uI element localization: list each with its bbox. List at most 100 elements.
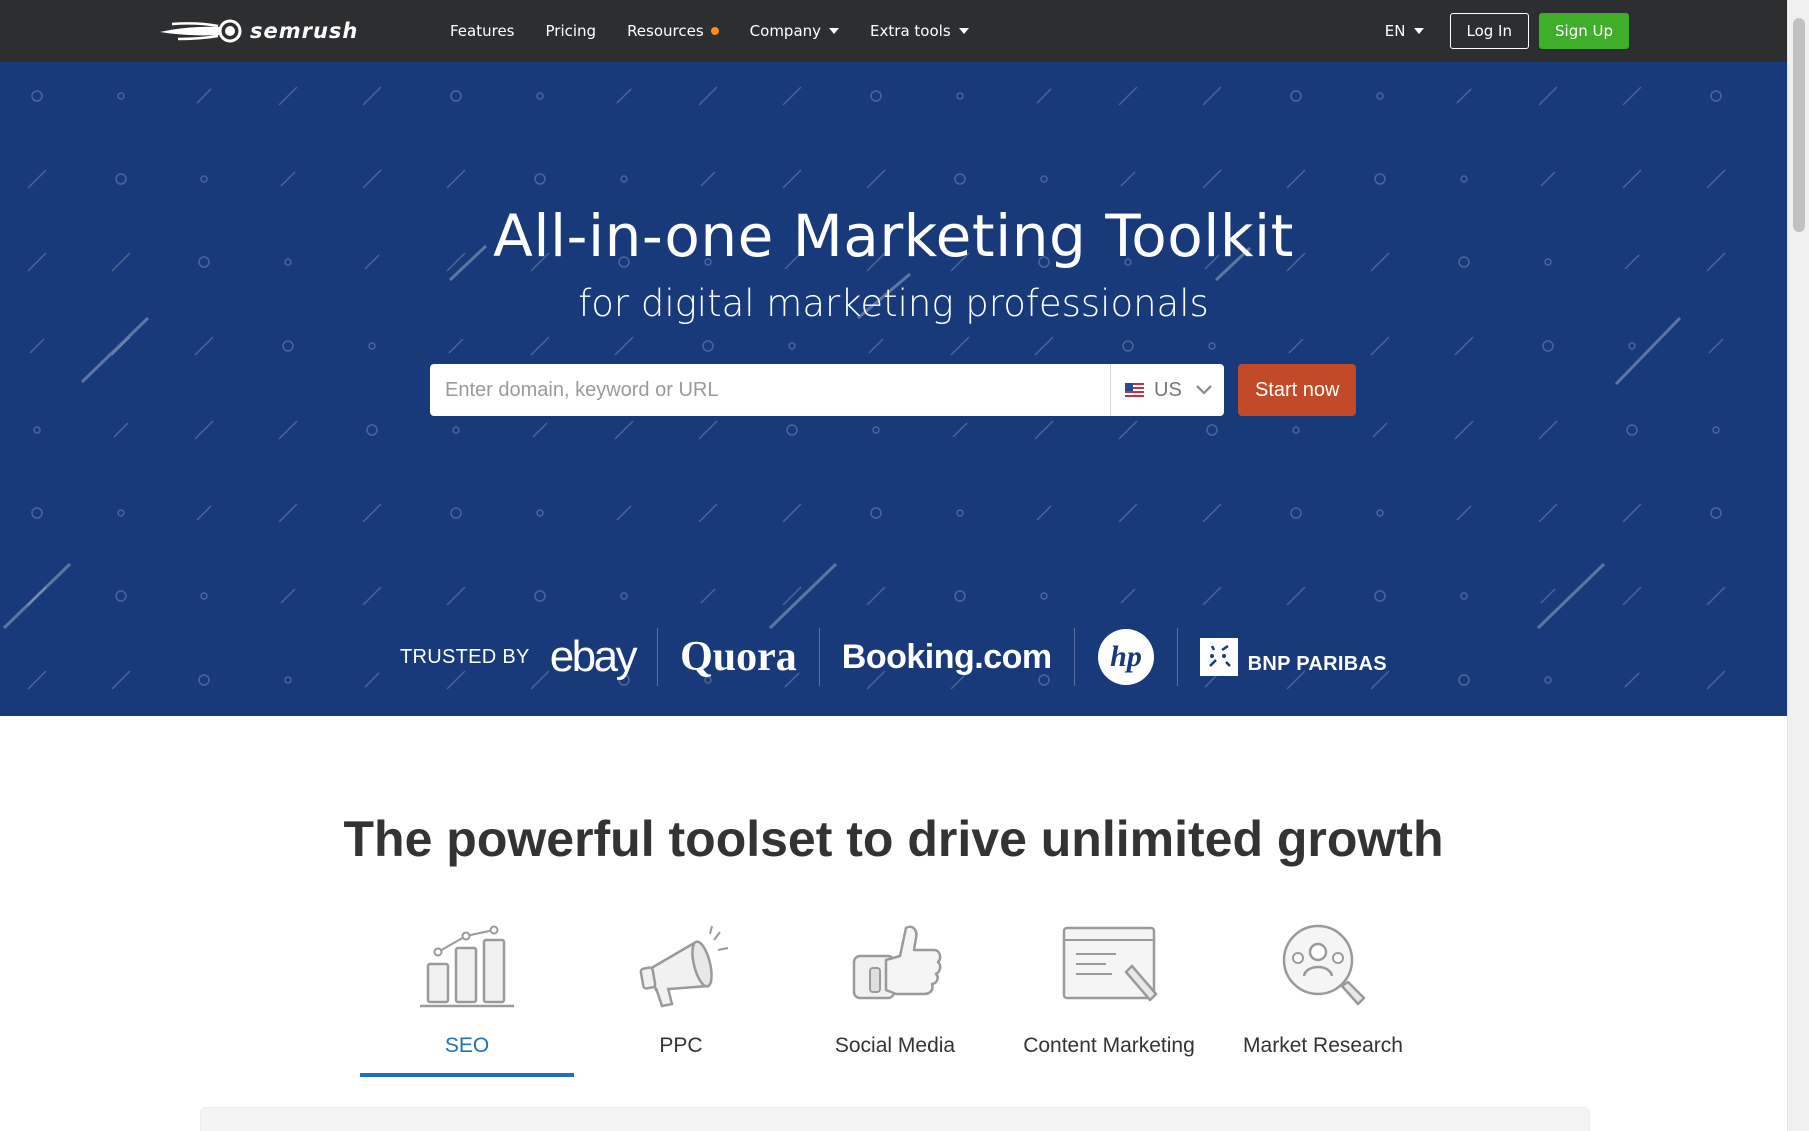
tab-content-marketing-label: Content Marketing bbox=[1023, 1034, 1195, 1057]
pattern-dash bbox=[362, 86, 382, 106]
primary-nav: Features Pricing Resources Company Extra… bbox=[450, 0, 969, 62]
pattern-circle bbox=[1460, 592, 1468, 600]
pattern-dash bbox=[616, 88, 632, 104]
tab-content-marketing[interactable]: Content Marketing bbox=[1002, 920, 1216, 1077]
tab-seo-label: SEO bbox=[444, 1034, 490, 1057]
pattern-dash bbox=[1202, 169, 1222, 189]
pattern-circle bbox=[117, 92, 125, 100]
trusted-by-label: TRUSTED BY bbox=[400, 645, 530, 668]
chevron-down-icon bbox=[1196, 385, 1212, 395]
tab-ppc[interactable]: PPC bbox=[574, 920, 788, 1077]
pattern-circle bbox=[1292, 426, 1300, 434]
pattern-dash bbox=[698, 503, 718, 523]
pattern-circle bbox=[872, 426, 880, 434]
pattern-dash bbox=[700, 171, 716, 187]
ebay-logo: ebay bbox=[549, 632, 638, 681]
country-select[interactable]: US bbox=[1110, 364, 1224, 416]
caret-down-icon bbox=[958, 28, 969, 34]
pattern-circle bbox=[115, 590, 127, 602]
pattern-dash bbox=[1036, 88, 1052, 104]
pattern-dash bbox=[700, 588, 716, 604]
pattern-dash bbox=[782, 169, 802, 189]
pattern-circle bbox=[954, 173, 966, 185]
pattern-dash bbox=[364, 672, 380, 688]
signup-button[interactable]: Sign Up bbox=[1539, 13, 1629, 49]
login-button[interactable]: Log In bbox=[1449, 13, 1529, 49]
pattern-dash bbox=[1456, 505, 1472, 521]
pattern-circle bbox=[702, 340, 714, 352]
tab-seo[interactable]: SEO bbox=[360, 920, 574, 1077]
pattern-dash bbox=[1118, 86, 1138, 106]
pattern-circle bbox=[31, 507, 43, 519]
domain-search-input[interactable] bbox=[430, 364, 1110, 416]
pattern-circle bbox=[870, 507, 882, 519]
pattern-circle bbox=[956, 92, 964, 100]
pattern-dash bbox=[782, 503, 802, 523]
language-selector[interactable]: EN bbox=[1385, 22, 1424, 40]
scrollbar-thumb[interactable] bbox=[1793, 18, 1805, 232]
pattern-dash bbox=[950, 336, 970, 356]
bnp-paribas-wordmark: BNP PARIBAS bbox=[1247, 652, 1387, 675]
pattern-circle bbox=[534, 590, 546, 602]
pattern-dash bbox=[530, 336, 550, 356]
nav-features-label: Features bbox=[450, 22, 515, 40]
nav-company[interactable]: Company bbox=[749, 22, 840, 40]
hp-logo: hp bbox=[1097, 628, 1155, 686]
pattern-dash bbox=[27, 169, 47, 189]
pattern-dash bbox=[1202, 86, 1222, 106]
pattern-dash bbox=[1120, 588, 1136, 604]
pattern-circle bbox=[1544, 676, 1552, 684]
megaphone-icon bbox=[639, 925, 729, 1008]
pattern-circle bbox=[1376, 509, 1384, 517]
bar-chart-icon bbox=[420, 925, 514, 1008]
pattern-dash bbox=[446, 586, 466, 606]
pattern-dash bbox=[1288, 338, 1304, 354]
pattern-dash bbox=[782, 86, 802, 106]
pattern-circle bbox=[1290, 90, 1302, 102]
pattern-dash bbox=[1540, 588, 1556, 604]
pattern-dash bbox=[1706, 169, 1726, 189]
hero-section: All-in-one Marketing Toolkit for digital… bbox=[0, 62, 1787, 716]
pattern-circle bbox=[536, 509, 544, 517]
nav-resources[interactable]: Resources bbox=[627, 22, 719, 40]
pattern-dash bbox=[29, 338, 45, 354]
page-scrollbar[interactable] bbox=[1787, 0, 1809, 1131]
nav-company-label: Company bbox=[749, 22, 822, 40]
pattern-circle bbox=[788, 342, 796, 350]
divider bbox=[1073, 628, 1075, 686]
pattern-circle bbox=[450, 90, 462, 102]
pattern-circle bbox=[366, 424, 378, 436]
pattern-circle bbox=[1710, 90, 1722, 102]
pattern-dash bbox=[446, 169, 466, 189]
pattern-dash bbox=[27, 670, 47, 690]
pattern-circle bbox=[200, 175, 208, 183]
pattern-diagonal bbox=[768, 562, 838, 630]
pattern-dash bbox=[1286, 169, 1306, 189]
tab-market-research[interactable]: Market Research bbox=[1216, 920, 1430, 1077]
semrush-logo[interactable]: semrush bbox=[158, 18, 358, 44]
nav-extra-tools[interactable]: Extra tools bbox=[870, 22, 969, 40]
nav-pricing[interactable]: Pricing bbox=[546, 22, 597, 40]
pattern-circle bbox=[1626, 424, 1638, 436]
divider bbox=[1176, 628, 1178, 686]
start-now-button[interactable]: Start now bbox=[1238, 364, 1357, 416]
pattern-dash bbox=[1118, 503, 1138, 523]
nav-features[interactable]: Features bbox=[450, 22, 515, 40]
nav-actions: EN Log In Sign Up bbox=[1385, 0, 1629, 62]
pattern-dash bbox=[1706, 670, 1726, 690]
pattern-dash bbox=[1622, 169, 1642, 189]
pattern-circle bbox=[368, 342, 376, 350]
pattern-dash bbox=[698, 420, 718, 440]
pattern-dash bbox=[616, 505, 632, 521]
pattern-dash bbox=[111, 670, 131, 690]
country-label: US bbox=[1154, 378, 1182, 401]
bnp-star-mark bbox=[1199, 638, 1238, 676]
caret-down-icon bbox=[1413, 28, 1424, 34]
pattern-diagonal bbox=[1614, 316, 1682, 386]
pattern-dash bbox=[1540, 171, 1556, 187]
pattern-dash bbox=[866, 169, 886, 189]
tab-social-media[interactable]: Social Media bbox=[788, 920, 1002, 1077]
language-label: EN bbox=[1384, 22, 1406, 40]
pattern-dash bbox=[448, 338, 464, 354]
document-pencil-icon bbox=[1062, 926, 1158, 1002]
